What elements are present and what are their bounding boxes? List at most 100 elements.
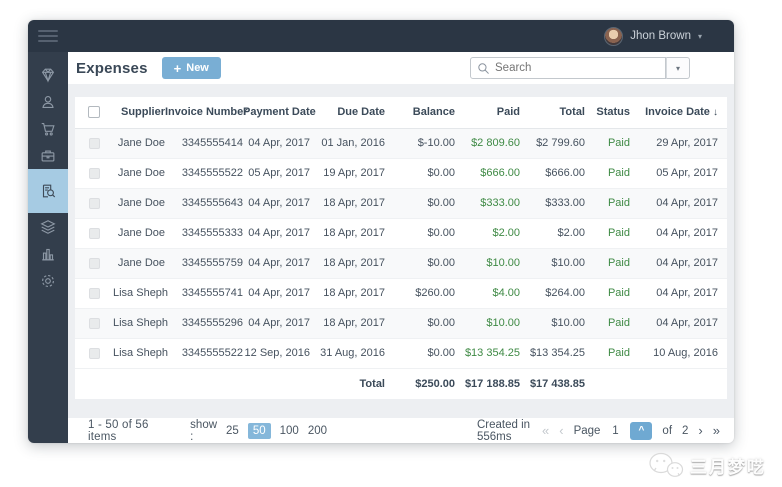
cell-supplier: Lisa Sheph: [113, 278, 165, 308]
header-supplier[interactable]: Supplier: [113, 97, 165, 128]
cell-invoice-date: 29 Apr, 2017: [630, 128, 727, 158]
watermark-text: 三月梦呓: [690, 453, 766, 478]
cell-supplier: Jane Doe: [113, 158, 165, 188]
cell-supplier: Lisa Sheph: [113, 308, 165, 338]
table-row[interactable]: Jane Doe 3345555759 04 Apr, 2017 18 Apr,…: [75, 248, 727, 278]
first-page-icon[interactable]: «: [542, 423, 549, 438]
totals-invoice-date-spacer: [630, 368, 727, 399]
cell-invoice-number: 3345555522: [165, 158, 243, 188]
prev-page-icon[interactable]: ‹: [559, 423, 563, 438]
header-paid[interactable]: Paid: [455, 97, 520, 128]
row-checkbox[interactable]: [89, 228, 100, 239]
table-header-row: Supplier Invoice Number Payment Date Due…: [75, 97, 727, 128]
sidebar-item-reports[interactable]: [28, 240, 68, 267]
main: Expenses + New ▾: [68, 52, 734, 443]
cell-invoice-number: 3345555759: [165, 248, 243, 278]
cell-invoice-date: 04 Apr, 2017: [630, 218, 727, 248]
table-row[interactable]: Lisa Sheph 3345555296 04 Apr, 2017 18 Ap…: [75, 308, 727, 338]
sidebar: [28, 52, 68, 443]
last-page-icon[interactable]: »: [713, 423, 720, 438]
cell-payment-date: 04 Apr, 2017: [243, 308, 310, 338]
of-label: of: [662, 425, 672, 437]
page-size-200[interactable]: 200: [308, 425, 327, 437]
totals-paid: $17 188.85: [455, 368, 520, 399]
new-button-label: New: [186, 62, 209, 74]
sidebar-item-layers[interactable]: [28, 213, 68, 240]
table-row[interactable]: Lisa Sheph 3345555522 12 Sep, 2016 31 Au…: [75, 338, 727, 368]
search-input[interactable]: [495, 62, 659, 74]
header-status[interactable]: Status: [585, 97, 630, 128]
search-options-button[interactable]: ▾: [666, 57, 690, 79]
row-checkbox[interactable]: [89, 318, 100, 329]
sidebar-item-purchases[interactable]: [28, 115, 68, 142]
cell-invoice-number: 3345555414: [165, 128, 243, 158]
cell-status: Paid: [585, 278, 630, 308]
pager-controls: « ‹ Page 1 ^ of 2 › »: [542, 422, 720, 440]
app-window: Jhon Brown ▾: [28, 20, 734, 443]
header-invoice-date[interactable]: Invoice Date ↓: [630, 97, 727, 128]
select-all-checkbox[interactable]: [88, 106, 100, 118]
toolbar: Expenses + New ▾: [68, 52, 734, 84]
avatar: [604, 27, 623, 46]
cell-payment-date: 04 Apr, 2017: [243, 278, 310, 308]
page-size-25[interactable]: 25: [226, 425, 239, 437]
cell-paid: $2 809.60: [455, 128, 520, 158]
header-due-date[interactable]: Due Date: [310, 97, 385, 128]
chevron-down-icon: ▾: [698, 32, 702, 41]
expenses-table-card: Supplier Invoice Number Payment Date Due…: [75, 97, 727, 399]
header-total[interactable]: Total: [520, 97, 585, 128]
sidebar-item-cases[interactable]: [28, 142, 68, 169]
current-page[interactable]: 1: [610, 425, 620, 437]
new-button[interactable]: + New: [162, 57, 221, 79]
user-menu[interactable]: Jhon Brown ▾: [604, 27, 734, 46]
totals-row: Total $250.00 $17 188.85 $17 438.85: [75, 368, 727, 399]
cell-paid: $13 354.25: [455, 338, 520, 368]
row-checkbox[interactable]: [89, 198, 100, 209]
menu-icon[interactable]: [28, 30, 68, 42]
caret-down-icon: ▾: [676, 64, 680, 73]
table-row[interactable]: Jane Doe 3345555414 04 Apr, 2017 01 Jan,…: [75, 128, 727, 158]
wechat-logo-icon: [648, 451, 684, 479]
sidebar-item-gem[interactable]: [28, 61, 68, 88]
cell-invoice-date: 04 Apr, 2017: [630, 308, 727, 338]
row-checkbox[interactable]: [89, 288, 100, 299]
row-checkbox[interactable]: [89, 138, 100, 149]
sidebar-item-settings[interactable]: [28, 267, 68, 294]
header-balance[interactable]: Balance: [385, 97, 455, 128]
page-selector-button[interactable]: ^: [630, 422, 652, 440]
cell-due-date: 01 Jan, 2016: [310, 128, 385, 158]
cell-supplier: Lisa Sheph: [113, 338, 165, 368]
user-name: Jhon Brown: [630, 30, 691, 42]
total-pages: 2: [682, 425, 688, 437]
table-row[interactable]: Lisa Sheph 3345555741 04 Apr, 2017 18 Ap…: [75, 278, 727, 308]
table-row[interactable]: Jane Doe 3345555643 04 Apr, 2017 18 Apr,…: [75, 188, 727, 218]
cell-total: $13 354.25: [520, 338, 585, 368]
next-page-icon[interactable]: ›: [698, 423, 702, 438]
row-checkbox[interactable]: [89, 258, 100, 269]
cart-icon: [39, 120, 57, 138]
cell-status: Paid: [585, 158, 630, 188]
cell-invoice-number: 3345555333: [165, 218, 243, 248]
cell-balance: $0.00: [385, 158, 455, 188]
cell-checkbox: [75, 128, 113, 158]
cell-status: Paid: [585, 218, 630, 248]
table-row[interactable]: Jane Doe 3345555333 04 Apr, 2017 18 Apr,…: [75, 218, 727, 248]
cell-payment-date: 04 Apr, 2017: [243, 188, 310, 218]
cell-checkbox: [75, 278, 113, 308]
header-invoice-number[interactable]: Invoice Number: [165, 97, 243, 128]
page-size-100[interactable]: 100: [280, 425, 299, 437]
cell-due-date: 18 Apr, 2017: [310, 308, 385, 338]
cell-checkbox: [75, 218, 113, 248]
table-row[interactable]: Jane Doe 3345555522 05 Apr, 2017 19 Apr,…: [75, 158, 727, 188]
cell-total: $10.00: [520, 248, 585, 278]
header-payment-date[interactable]: Payment Date: [243, 97, 310, 128]
cell-paid: $666.00: [455, 158, 520, 188]
row-checkbox[interactable]: [89, 348, 100, 359]
row-checkbox[interactable]: [89, 168, 100, 179]
page-size-50-active[interactable]: 50: [248, 423, 271, 439]
cell-invoice-date: 05 Apr, 2017: [630, 158, 727, 188]
cell-checkbox: [75, 188, 113, 218]
search-icon: [477, 62, 490, 75]
sidebar-item-expenses[interactable]: [28, 169, 68, 213]
sidebar-item-contacts[interactable]: [28, 88, 68, 115]
